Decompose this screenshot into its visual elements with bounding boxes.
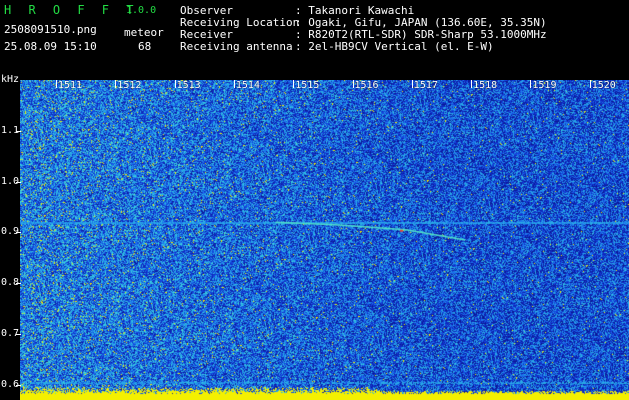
x-tick-label: 1518 [473,80,498,91]
spectrogram [20,80,629,400]
count-label: 68 [138,40,152,53]
datetime-label: 25.08.09 15:10 [4,40,97,53]
app-title: H R O F F T [4,3,139,17]
y-tick-mark [16,181,21,183]
antenna-label: Receiving antenna [180,40,293,53]
y-tick-mark [16,384,21,386]
x-tick-mark [293,80,295,88]
y-tick-mark [16,232,21,234]
spectrogram-canvas [20,80,629,400]
y-tick-mark [16,333,21,335]
x-tick-label: 1512 [117,80,142,91]
x-tick-mark [233,80,235,88]
x-tick-mark [589,80,591,88]
filename-label: 2508091510.png [4,23,97,36]
x-tick-mark [174,80,176,88]
x-tick-mark [115,80,117,88]
y-axis-unit: kHz [1,74,20,85]
x-tick-label: 1516 [354,80,379,91]
x-tick-mark [352,80,354,88]
x-tick-label: 1513 [176,80,201,91]
x-tick-label: 1517 [413,80,438,91]
antenna-value: : 2el-HB9CV Vertical (el. E-W) [295,40,494,53]
mode-label: meteor [124,26,164,39]
x-tick-mark [411,80,413,88]
x-tick-label: 1519 [532,80,557,91]
x-tick-label: 1511 [58,80,83,91]
app-version: 1.0.0 [126,5,157,16]
x-tick-mark [471,80,473,88]
x-tick-label: 1520 [591,80,616,91]
x-tick-mark [530,80,532,88]
x-tick-label: 1514 [235,80,260,91]
y-tick-mark [16,283,21,285]
y-tick-mark [16,130,21,132]
header-panel: H R O F F T 1.0.0 2508091510.png meteor … [0,0,629,80]
x-tick-mark [56,80,57,88]
x-tick-label: 1515 [295,80,320,91]
